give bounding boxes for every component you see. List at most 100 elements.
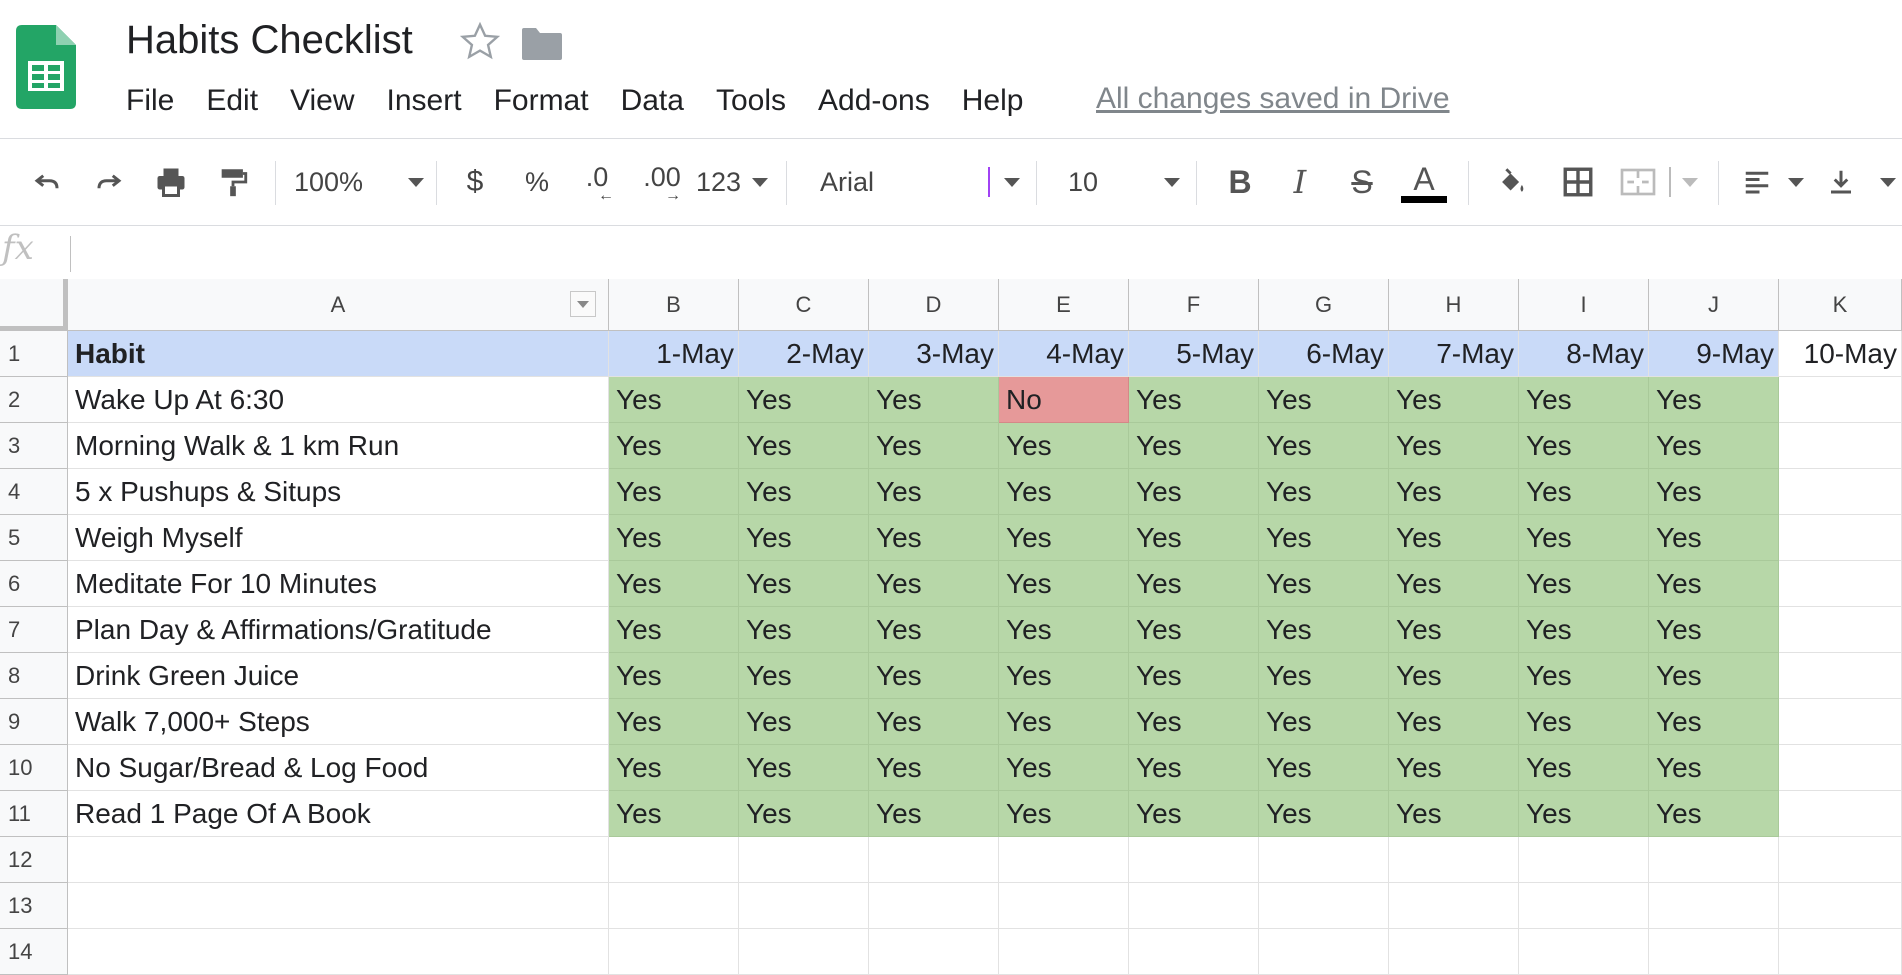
status-cell[interactable] — [1779, 883, 1902, 929]
habit-cell[interactable]: Wake Up At 6:30 — [68, 377, 609, 423]
status-cell[interactable]: Yes — [869, 377, 999, 423]
status-cell[interactable] — [1259, 837, 1389, 883]
menu-item-edit[interactable]: Edit — [190, 82, 274, 120]
status-cell[interactable]: Yes — [1259, 745, 1389, 791]
habit-cell[interactable]: Read 1 Page Of A Book — [68, 791, 609, 837]
status-cell[interactable]: Yes — [609, 745, 739, 791]
status-cell[interactable]: Yes — [739, 653, 869, 699]
date-header-cell[interactable]: 10-May — [1779, 331, 1902, 377]
status-cell[interactable]: Yes — [1649, 653, 1779, 699]
status-cell[interactable]: Yes — [1259, 377, 1389, 423]
row-header-12[interactable]: 12 — [0, 837, 68, 883]
undo-icon[interactable] — [22, 139, 72, 225]
habit-cell[interactable] — [68, 837, 609, 883]
date-header-cell[interactable]: 2-May — [739, 331, 869, 377]
status-cell[interactable]: Yes — [609, 699, 739, 745]
status-cell[interactable] — [999, 929, 1129, 975]
column-header-e[interactable]: E — [999, 279, 1129, 331]
date-header-cell[interactable]: 6-May — [1259, 331, 1389, 377]
row-header-11[interactable]: 11 — [0, 791, 68, 837]
status-cell[interactable]: Yes — [869, 653, 999, 699]
status-cell[interactable]: Yes — [1389, 377, 1519, 423]
status-cell[interactable]: Yes — [1259, 791, 1389, 837]
formula-bar[interactable] — [0, 225, 1902, 280]
status-cell[interactable] — [609, 929, 739, 975]
status-cell[interactable]: Yes — [1129, 791, 1259, 837]
habit-cell[interactable]: Weigh Myself — [68, 515, 609, 561]
status-cell[interactable]: Yes — [1129, 377, 1259, 423]
status-cell[interactable]: Yes — [1129, 607, 1259, 653]
status-cell[interactable]: Yes — [1259, 653, 1389, 699]
status-cell[interactable]: Yes — [1649, 377, 1779, 423]
status-cell[interactable]: Yes — [999, 469, 1129, 515]
date-header-cell[interactable]: 3-May — [869, 331, 999, 377]
status-cell[interactable] — [1649, 929, 1779, 975]
date-header-cell[interactable]: 4-May — [999, 331, 1129, 377]
status-cell[interactable]: Yes — [999, 699, 1129, 745]
bold-icon[interactable]: B — [1222, 139, 1258, 225]
column-header-c[interactable]: C — [739, 279, 869, 331]
status-cell[interactable]: Yes — [1519, 515, 1649, 561]
habit-cell[interactable] — [68, 883, 609, 929]
row-header-6[interactable]: 6 — [0, 561, 68, 607]
status-cell[interactable] — [1779, 791, 1902, 837]
status-cell[interactable] — [739, 883, 869, 929]
status-cell[interactable]: Yes — [1519, 423, 1649, 469]
habit-cell[interactable]: Walk 7,000+ Steps — [68, 699, 609, 745]
redo-icon[interactable] — [84, 139, 134, 225]
more-formats-button[interactable]: 123 — [696, 139, 768, 225]
status-cell[interactable]: Yes — [739, 423, 869, 469]
habit-cell[interactable]: 5 x Pushups & Situps — [68, 469, 609, 515]
merge-cells-icon[interactable] — [1618, 139, 1698, 225]
column-header-a[interactable]: A — [68, 279, 609, 331]
italic-icon[interactable]: I — [1282, 139, 1318, 225]
date-header-cell[interactable]: 1-May — [609, 331, 739, 377]
status-cell[interactable]: Yes — [609, 791, 739, 837]
status-cell[interactable] — [999, 883, 1129, 929]
status-cell[interactable] — [1779, 469, 1902, 515]
font-select[interactable]: Arial — [820, 139, 1020, 225]
column-header-i[interactable]: I — [1519, 279, 1649, 331]
status-cell[interactable] — [1389, 883, 1519, 929]
row-header-7[interactable]: 7 — [0, 607, 68, 653]
status-cell[interactable]: Yes — [1259, 607, 1389, 653]
status-cell[interactable]: Yes — [1389, 699, 1519, 745]
date-header-cell[interactable]: 7-May — [1389, 331, 1519, 377]
status-cell[interactable]: Yes — [999, 653, 1129, 699]
row-header-9[interactable]: 9 — [0, 699, 68, 745]
status-cell[interactable]: Yes — [1129, 653, 1259, 699]
status-cell[interactable] — [869, 929, 999, 975]
menu-item-file[interactable]: File — [110, 82, 190, 120]
status-cell[interactable]: Yes — [1649, 423, 1779, 469]
status-cell[interactable] — [1779, 377, 1902, 423]
status-cell[interactable]: Yes — [1389, 607, 1519, 653]
status-cell[interactable]: Yes — [999, 423, 1129, 469]
status-cell[interactable]: Yes — [609, 515, 739, 561]
menu-item-insert[interactable]: Insert — [371, 82, 478, 120]
status-cell[interactable]: Yes — [1649, 791, 1779, 837]
status-cell[interactable] — [739, 837, 869, 883]
status-cell[interactable]: No — [999, 377, 1129, 423]
status-cell[interactable] — [1649, 883, 1779, 929]
status-cell[interactable]: Yes — [739, 607, 869, 653]
strikethrough-icon[interactable]: S — [1342, 139, 1382, 225]
menu-item-data[interactable]: Data — [605, 82, 700, 120]
currency-button[interactable]: $ — [460, 139, 490, 225]
zoom-select[interactable]: 100% — [294, 139, 424, 225]
column-menu-button[interactable] — [570, 291, 596, 317]
status-cell[interactable] — [1649, 837, 1779, 883]
print-icon[interactable] — [146, 139, 196, 225]
status-cell[interactable]: Yes — [869, 745, 999, 791]
status-cell[interactable]: Yes — [1389, 423, 1519, 469]
status-cell[interactable]: Yes — [1259, 469, 1389, 515]
status-cell[interactable] — [1779, 929, 1902, 975]
row-header-2[interactable]: 2 — [0, 377, 68, 423]
text-color-icon[interactable]: A — [1400, 139, 1448, 225]
align-left-icon[interactable] — [1740, 139, 1804, 225]
status-cell[interactable] — [1259, 883, 1389, 929]
fill-color-icon[interactable] — [1490, 139, 1534, 225]
vertical-align-icon[interactable] — [1826, 139, 1896, 225]
menu-item-view[interactable]: View — [274, 82, 370, 120]
status-cell[interactable]: Yes — [1519, 791, 1649, 837]
status-cell[interactable]: Yes — [1519, 653, 1649, 699]
